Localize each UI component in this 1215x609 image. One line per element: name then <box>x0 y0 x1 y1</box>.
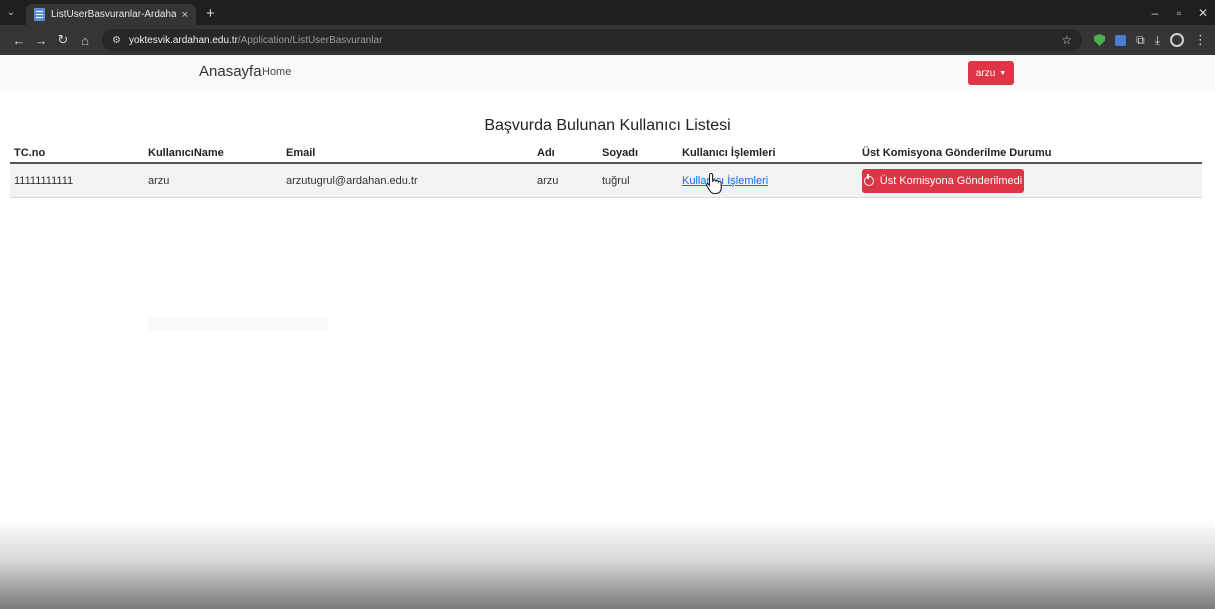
shield-extension-icon[interactable] <box>1094 34 1106 46</box>
table-header-row: TC.no KullanıcıName Email Adı Soyadı Kul… <box>10 142 1202 164</box>
user-list-table: TC.no KullanıcıName Email Adı Soyadı Kul… <box>10 142 1202 198</box>
browser-tabstrip: ⌄ ListUserBasvuranlar-Ardahan Ü × + – ▫ … <box>0 0 1215 25</box>
cell-last-name: tuğrul <box>602 174 630 187</box>
power-icon <box>863 173 874 186</box>
download-icon[interactable]: ⤓ <box>1155 33 1160 48</box>
browser-toolbar: ← → ↻ ⌂ ⚙ yoktesvik.ardahan.edu.tr/Appli… <box>0 25 1215 55</box>
bottom-gradient-overlay <box>0 520 1215 609</box>
header-tc: TC.no <box>14 147 46 159</box>
cell-tc: 11111111111 <box>14 174 74 187</box>
user-dropdown-button[interactable]: arzu ▼ <box>968 61 1014 85</box>
url-path: /Application/ListUserBasvuranlar <box>237 34 383 46</box>
page-title: Başvurda Bulunan Kullanıcı Listesi <box>484 117 731 134</box>
reload-icon[interactable]: ↻ <box>52 32 74 48</box>
caret-down-icon: ▼ <box>999 69 1007 77</box>
new-tab-button[interactable]: + <box>196 5 225 25</box>
navbar-brand-link[interactable]: Anasayfa <box>199 63 262 80</box>
header-user-actions: Kullanıcı İşlemleri <box>682 147 776 159</box>
address-bar[interactable]: ⚙ yoktesvik.ardahan.edu.tr/Application/L… <box>102 29 1083 51</box>
extension-icon[interactable] <box>1115 34 1127 46</box>
table-row: 11111111111 arzu arzutugrul@ardahan.edu.… <box>10 164 1202 198</box>
home-icon[interactable]: ⌂ <box>74 33 96 48</box>
faded-placeholder <box>148 318 328 330</box>
minimize-icon[interactable]: – <box>1143 6 1167 20</box>
site-navbar: Anasayfa Home arzu ▼ <box>0 55 1215 91</box>
window-controls: – ▫ ✕ <box>1143 0 1215 25</box>
extensions-area: ⧉ ⤓ ⋮ <box>1094 32 1207 48</box>
user-actions-link[interactable]: Kullanıcı İşlemleri <box>682 175 768 187</box>
cell-first-name: arzu <box>537 174 559 187</box>
header-username: KullanıcıName <box>148 147 224 159</box>
browser-tab-active[interactable]: ListUserBasvuranlar-Ardahan Ü × <box>26 4 196 25</box>
cell-username: arzu <box>148 174 170 187</box>
puzzle-extensions-icon[interactable]: ⧉ <box>1136 33 1145 48</box>
window-close-icon[interactable]: ✕ <box>1191 6 1215 20</box>
status-label: Üst Komisyona Gönderilmedi <box>879 174 1023 187</box>
header-status: Üst Komisyona Gönderilme Durumu <box>862 147 1052 159</box>
back-arrow-icon[interactable]: ← <box>8 33 30 48</box>
tab-close-icon[interactable]: × <box>182 9 188 21</box>
url-host: yoktesvik.ardahan.edu.tr <box>128 34 238 46</box>
forward-arrow-icon[interactable]: → <box>30 33 52 48</box>
browser-menu-icon[interactable]: ⋮ <box>1194 32 1207 48</box>
hand-pointer-cursor-icon <box>705 172 722 194</box>
nav-home-link[interactable]: Home <box>262 66 291 78</box>
url-text: yoktesvik.ardahan.edu.tr/Application/Lis… <box>129 35 382 46</box>
profile-icon[interactable] <box>1170 33 1184 47</box>
header-email: Email <box>286 147 316 159</box>
status-cell: Üst Komisyona Gönderilmedi <box>862 164 1024 197</box>
user-dropdown-label: arzu <box>975 67 996 79</box>
tab-search-chevron-icon[interactable]: ⌄ <box>0 0 22 25</box>
bookmark-star-icon[interactable]: ☆ <box>1061 33 1072 47</box>
site-info-icon[interactable]: ⚙ <box>112 35 121 46</box>
page-favicon-icon <box>34 8 45 21</box>
header-first-name: Adı <box>537 147 555 159</box>
header-last-name: Soyadı <box>602 147 639 159</box>
status-not-sent-button[interactable]: Üst Komisyona Gönderilmedi <box>862 168 1024 193</box>
cell-email: arzutugrul@ardahan.edu.tr <box>286 174 418 187</box>
tab-title: ListUserBasvuranlar-Ardahan Ü <box>51 9 176 20</box>
restore-icon[interactable]: ▫ <box>1167 6 1191 20</box>
user-actions-cell: Kullanıcı İşlemleri <box>682 164 768 197</box>
